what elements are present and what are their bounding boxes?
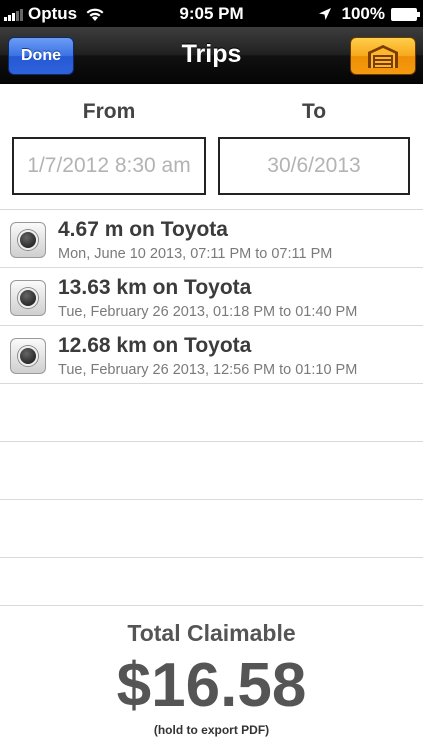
trip-subtitle: Tue, February 26 2013, 01:18 PM to 01:40… <box>58 304 358 320</box>
from-date-field[interactable]: 1/7/2012 8:30 am <box>12 137 206 195</box>
trip-row[interactable]: 13.63 km on Toyota Tue, February 26 2013… <box>0 267 423 325</box>
trip-row[interactable]: 12.68 km on Toyota Tue, February 26 2013… <box>0 325 423 383</box>
garage-button[interactable] <box>350 37 416 75</box>
trip-row[interactable]: 4.67 m on Toyota Mon, June 10 2013, 07:1… <box>0 209 423 267</box>
trip-record-icon <box>10 222 46 258</box>
status-bar: Optus 9:05 PM 100% <box>0 0 423 27</box>
trip-subtitle: Mon, June 10 2013, 07:11 PM to 07:11 PM <box>58 246 333 262</box>
battery-percent: 100% <box>341 4 385 23</box>
trip-record-icon <box>10 280 46 316</box>
from-label: From <box>82 100 136 123</box>
navigation-bar: Done Trips <box>0 27 423 84</box>
empty-row <box>0 499 423 557</box>
location-arrow-icon <box>318 8 331 20</box>
empty-row <box>0 383 423 441</box>
garage-icon <box>368 45 398 68</box>
empty-row <box>0 441 423 499</box>
total-amount: $16.58 <box>116 651 307 720</box>
status-right: 100% <box>318 4 420 24</box>
export-hint: (hold to export PDF) <box>153 723 270 737</box>
trip-title: 13.63 km on Toyota <box>58 276 252 299</box>
total-label: Total Claimable <box>127 620 296 646</box>
battery-icon <box>391 7 420 21</box>
trip-list: 4.67 m on Toyota Mon, June 10 2013, 07:1… <box>0 209 423 615</box>
trip-title: 4.67 m on Toyota <box>58 218 228 241</box>
trip-subtitle: Tue, February 26 2013, 12:56 PM to 01:10… <box>58 362 358 378</box>
trip-record-icon <box>10 338 46 374</box>
to-label: To <box>301 100 327 123</box>
trip-title: 12.68 km on Toyota <box>58 334 252 357</box>
total-claimable-panel[interactable]: Total Claimable $16.58 (hold to export P… <box>0 605 423 750</box>
to-date-field[interactable]: 30/6/2013 <box>218 137 410 195</box>
